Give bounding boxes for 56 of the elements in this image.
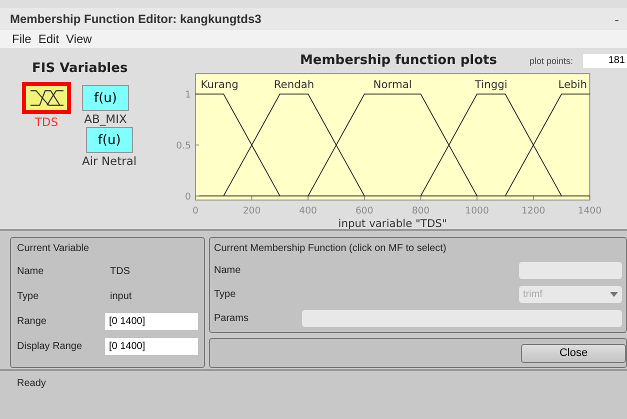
field-label: Name bbox=[214, 264, 241, 276]
mf-label[interactable]: Lebih bbox=[558, 78, 588, 90]
window-title: Membership Function Editor: kangkungtds3 bbox=[10, 12, 262, 26]
menu-item[interactable]: Edit bbox=[38, 32, 60, 46]
x-tick-label: 800 bbox=[412, 204, 430, 216]
field-label: Display Range bbox=[17, 341, 84, 352]
variable-label: Air Netral bbox=[82, 155, 137, 168]
mf-label[interactable]: Tinggi bbox=[474, 78, 508, 90]
membership-curves-icon bbox=[28, 87, 66, 109]
field-label: Range bbox=[17, 316, 48, 327]
range-field[interactable]: [0 1400] bbox=[105, 313, 198, 330]
output-variable-block[interactable]: f(u) bbox=[82, 85, 129, 111]
y-tick-label: 0 bbox=[185, 191, 191, 202]
x-tick-label: 600 bbox=[356, 204, 374, 216]
variable-label: TDS bbox=[34, 116, 58, 129]
panel-title: Current Variable bbox=[17, 243, 90, 254]
mf-label[interactable]: Rendah bbox=[274, 78, 314, 90]
membership-curve[interactable] bbox=[223, 93, 365, 196]
params-field[interactable] bbox=[302, 310, 622, 327]
x-tick-label: 200 bbox=[242, 204, 261, 216]
variable-label: AB_MIX bbox=[84, 113, 127, 126]
mf-name-field[interactable] bbox=[519, 262, 622, 278]
display-range-field[interactable]: [0 1400] bbox=[105, 338, 198, 355]
plot-title: Membership function plots bbox=[300, 53, 498, 68]
membership-curve[interactable] bbox=[504, 93, 590, 196]
x-tick-label: 400 bbox=[299, 204, 317, 216]
menu-item[interactable]: File bbox=[12, 32, 32, 46]
dropdown-caret-icon bbox=[610, 292, 618, 296]
output-variable-block[interactable]: f(u) bbox=[86, 127, 133, 153]
input-variable-block[interactable] bbox=[22, 82, 71, 114]
fis-variables-title: FIS Variables bbox=[32, 61, 129, 76]
x-tick-label: 1000 bbox=[465, 204, 489, 216]
mf-label[interactable]: Normal bbox=[373, 78, 412, 90]
menu-item[interactable]: View bbox=[66, 32, 92, 46]
field-label: Type bbox=[17, 291, 40, 302]
x-tick-label: 0 bbox=[192, 204, 198, 216]
plot-points-field[interactable]: 181 bbox=[583, 54, 627, 68]
window-control[interactable]: - bbox=[610, 12, 623, 26]
plot-points-label: plot points: bbox=[529, 56, 573, 66]
y-tick-label: 1 bbox=[185, 89, 191, 100]
close-button[interactable]: Close bbox=[521, 344, 626, 362]
membership-curve[interactable] bbox=[420, 93, 562, 196]
x-axis-label: input variable "TDS" bbox=[338, 216, 447, 229]
field-label: Name bbox=[17, 266, 45, 277]
membership-curve[interactable] bbox=[308, 93, 478, 196]
field-label: Type bbox=[214, 288, 236, 300]
status-text: Ready bbox=[17, 378, 46, 389]
x-tick-label: 1200 bbox=[522, 204, 546, 216]
membership-curve[interactable] bbox=[194, 93, 280, 196]
field-label: Params bbox=[214, 313, 248, 324]
variable-name: TDS bbox=[110, 266, 130, 277]
x-tick-label: 1400 bbox=[578, 204, 602, 216]
panel-title: Current Membership Function (click on MF to select) bbox=[214, 243, 448, 254]
y-tick-label: 0.5 bbox=[176, 140, 191, 152]
mf-label[interactable]: Kurang bbox=[200, 78, 238, 90]
variable-type: input bbox=[110, 291, 132, 302]
